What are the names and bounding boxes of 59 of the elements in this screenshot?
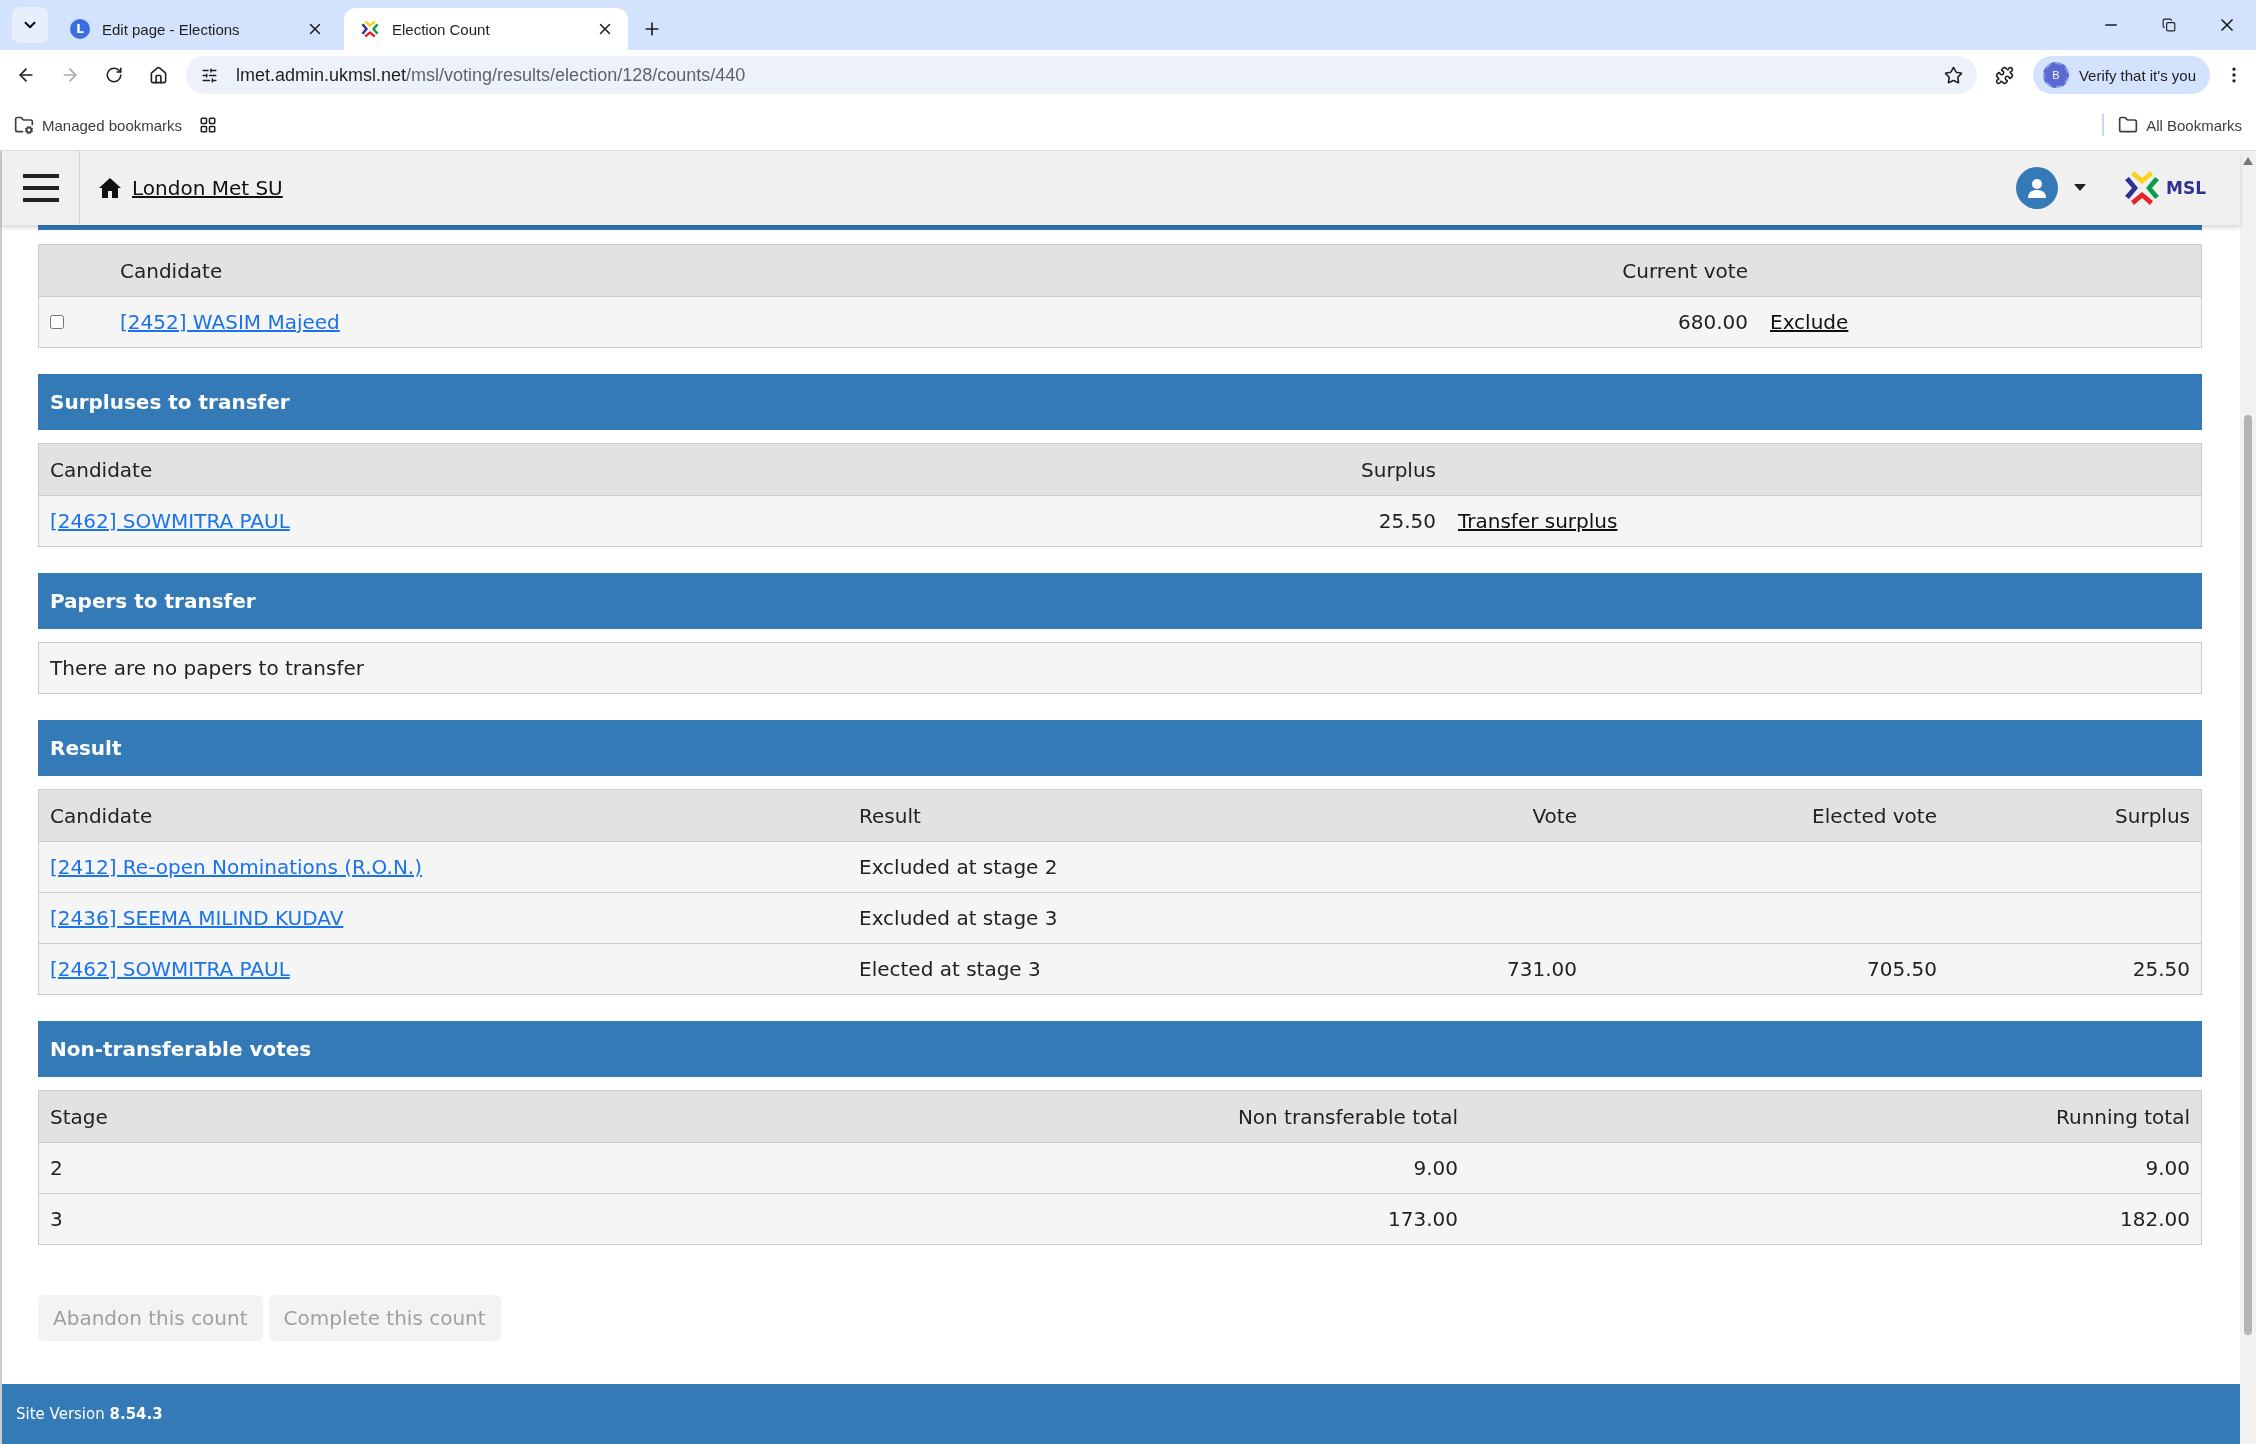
table-cell: Elected at stage 3 (848, 943, 1270, 995)
table-cell: 25.50 (1066, 495, 1447, 547)
msl-logo: MSL (2122, 168, 2206, 208)
table-cell: 3 (38, 1193, 727, 1245)
favicon-icon: L (70, 19, 90, 39)
column-header: Surplus (1948, 789, 2202, 842)
column-header: Non transferable total (727, 1090, 1469, 1143)
section-header: Result (38, 720, 2202, 776)
table-cell: Excluded at stage 3 (848, 892, 1270, 944)
candidate-link[interactable]: [2462] SOWMITRA PAUL (50, 957, 290, 981)
candidate-link[interactable]: [2462] SOWMITRA PAUL (50, 509, 290, 533)
column-header: Surplus (1066, 443, 1447, 496)
site-home-link[interactable]: London Met SU (98, 176, 283, 200)
column-header: Candidate (38, 789, 848, 842)
table-cell: 25.50 (1948, 943, 2202, 995)
home-icon (98, 177, 122, 199)
column-header: Current vote (1133, 244, 1759, 297)
transfer-surplus-link[interactable]: Transfer surplus (1458, 509, 1618, 533)
caret-icon[interactable] (2074, 184, 2086, 192)
table-cell: 2 (38, 1142, 727, 1194)
candidate-link[interactable]: [2436] SEEMA MILIND KUDAV (50, 906, 344, 930)
section-header: Non-transferable votes (38, 1021, 2202, 1077)
profile-icon: B (2042, 62, 2069, 88)
user-avatar[interactable] (2016, 167, 2058, 209)
table-cell: 680.00 (1133, 296, 1759, 348)
address-bar[interactable]: lmet.admin.ukmsl.net/msl/voting/results/election/128/counts/440 (186, 56, 1977, 94)
column-header: Candidate (109, 244, 1134, 297)
section-header: Papers to transfer (38, 573, 2202, 629)
logo-icon (2122, 168, 2162, 208)
candidate-link[interactable]: [2452] WASIM Majeed (120, 310, 340, 334)
column-header: Running total (1469, 1090, 2202, 1143)
tab-search-button[interactable] (12, 7, 48, 43)
scroll-up-icon[interactable] (2243, 157, 2253, 165)
folder-gear-icon (14, 115, 34, 135)
exclude-link[interactable]: Exclude (1770, 310, 1849, 334)
site-version: Site Version 8.54.3 (16, 1405, 163, 1423)
scrollbar-thumb[interactable] (2244, 415, 2252, 1335)
table-cell: 731.00 (1270, 943, 1588, 995)
row-checkbox[interactable] (50, 315, 64, 329)
table-cell: 9.00 (727, 1142, 1469, 1194)
table-cell: 705.50 (1588, 943, 1948, 995)
table-cell: 173.00 (727, 1193, 1469, 1245)
managed-bookmarks-link[interactable]: Managed bookmarks (14, 115, 183, 135)
verify-button[interactable]: B Verify that it's you (2032, 56, 2210, 94)
browser-tab[interactable]: L Edit page - Elections (54, 8, 338, 50)
all-bookmarks-link[interactable]: All Bookmarks (2118, 115, 2242, 135)
column-header: Stage (38, 1090, 727, 1143)
table-cell: Excluded at stage 2 (848, 841, 1270, 893)
section-header: Surpluses to transfer (38, 374, 2202, 430)
favicon-icon (360, 19, 380, 39)
column-header: Elected vote (1588, 789, 1948, 842)
column-header: Vote (1270, 789, 1588, 842)
folder-icon (2118, 115, 2139, 135)
empty-message: There are no papers to transfer (38, 642, 2202, 694)
table-cell: 182.00 (1469, 1193, 2202, 1245)
column-header: Candidate (38, 443, 1067, 496)
table-cell: 9.00 (1469, 1142, 2202, 1194)
browser-tab[interactable]: Election Count (344, 8, 628, 50)
column-header: Result (848, 789, 1270, 842)
